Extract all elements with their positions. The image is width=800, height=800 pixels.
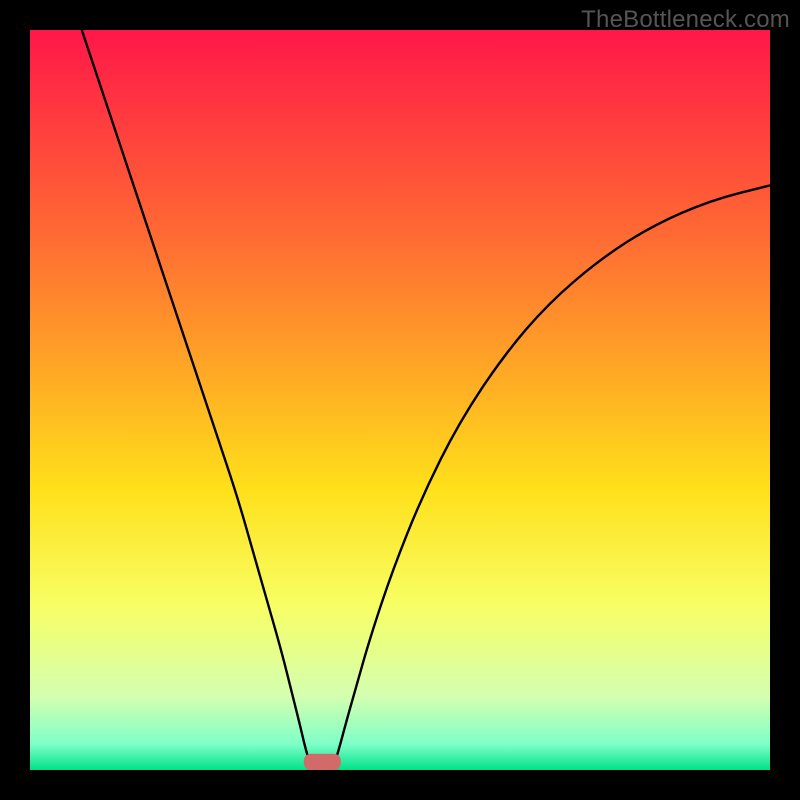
gradient-background xyxy=(30,30,770,770)
watermark-text: TheBottleneck.com xyxy=(581,6,790,34)
chart-frame xyxy=(30,30,770,770)
bottleneck-marker xyxy=(304,754,341,770)
bottleneck-chart xyxy=(30,30,770,770)
